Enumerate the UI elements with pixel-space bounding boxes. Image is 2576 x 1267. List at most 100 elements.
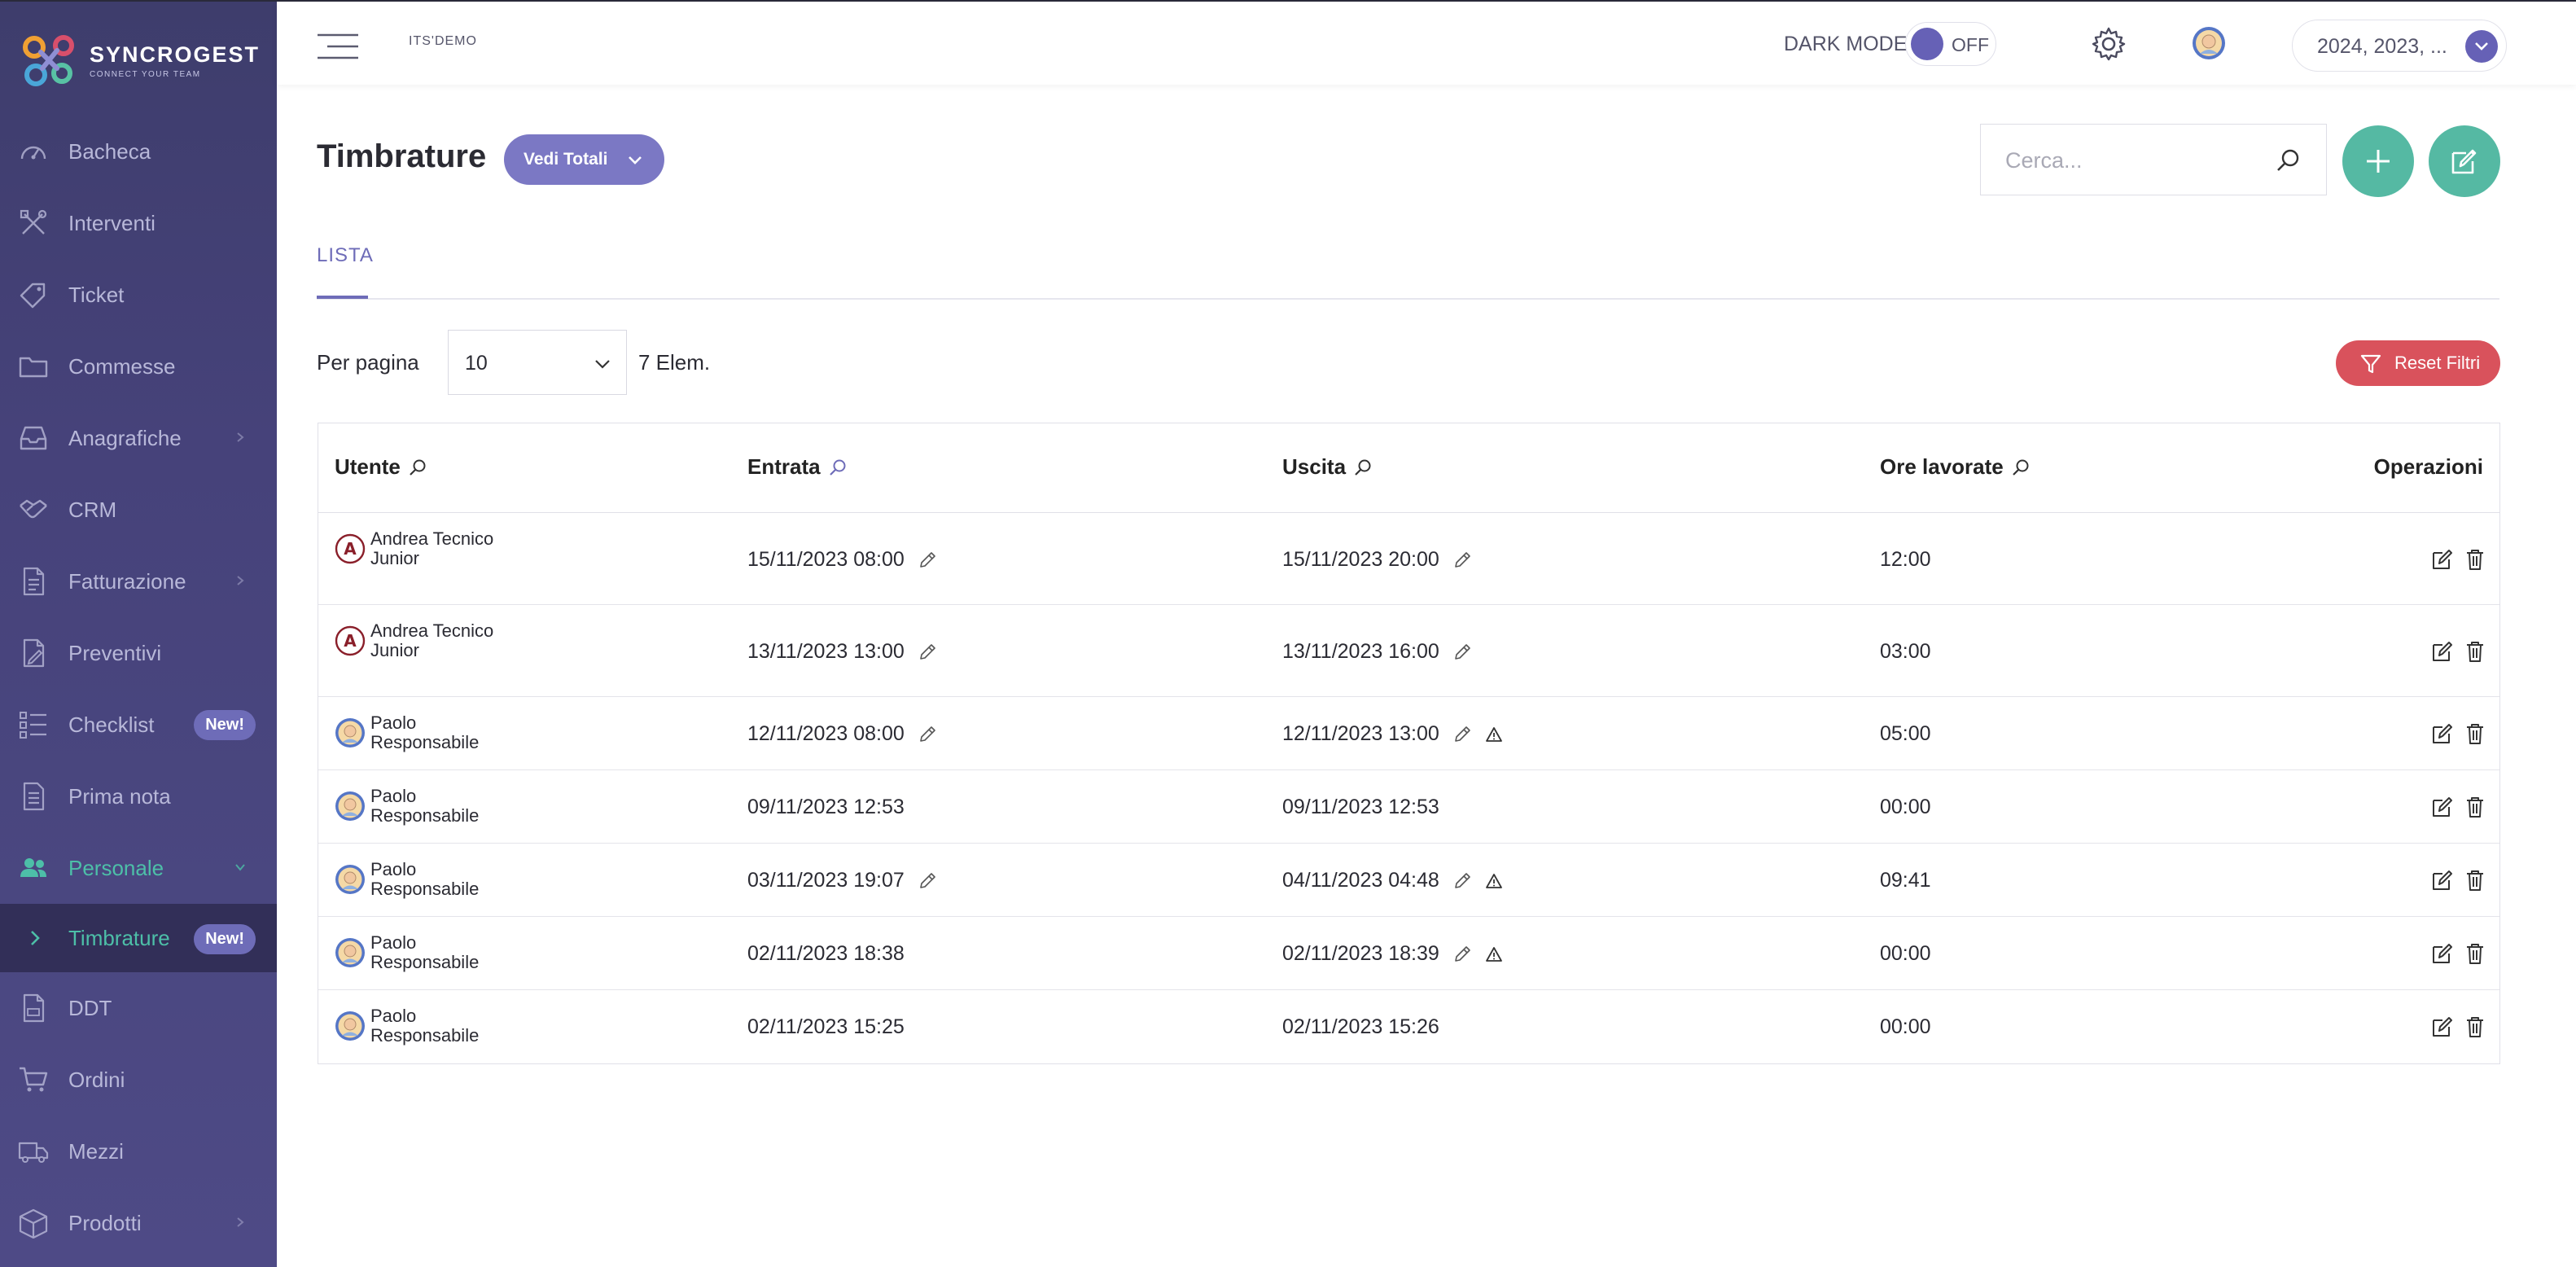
trash-icon[interactable] xyxy=(2465,548,2485,571)
sidebar-item-prodotti[interactable]: Prodotti xyxy=(0,1187,277,1259)
table-row: Paolo Responsabile 03/11/2023 19:07 04/11/… xyxy=(318,844,2499,917)
table-header: Utente Entrata Uscita Ore lavorate Opera… xyxy=(318,423,2499,513)
sidebar-item-bacheca[interactable]: Bacheca xyxy=(0,116,277,187)
hours-worked: 00:00 xyxy=(1880,796,1931,818)
folder-icon xyxy=(19,357,48,378)
checklist-icon xyxy=(20,712,46,739)
sidebar-item-label: Interventi xyxy=(68,210,156,235)
row-actions xyxy=(2420,869,2485,892)
page-title: Timbrature xyxy=(317,138,487,174)
gear-icon[interactable] xyxy=(2091,26,2127,62)
sidebar-item-anagrafiche[interactable]: Anagrafiche xyxy=(0,402,277,474)
trash-icon[interactable] xyxy=(2465,722,2485,745)
sidebar-item-interventi[interactable]: Interventi xyxy=(0,187,277,259)
dashboard-icon xyxy=(20,146,46,160)
edit-icon[interactable] xyxy=(2431,1015,2454,1038)
edit-icon xyxy=(2451,149,2477,174)
user-cell: Paolo Responsabile xyxy=(335,860,509,899)
add-button[interactable] xyxy=(2342,125,2414,197)
sidebar-item-label: DDT xyxy=(68,995,112,1020)
hours-cell: 00:00 xyxy=(1880,942,1931,966)
search-icon[interactable] xyxy=(409,458,427,476)
company-name: ITS'DEMO xyxy=(409,34,477,48)
sidebar-item-ddt[interactable]: DDT xyxy=(0,972,277,1044)
year-select[interactable]: 2024, 2023, ... xyxy=(2292,20,2507,72)
menu-icon[interactable] xyxy=(316,33,360,60)
per-page-select[interactable]: 10 xyxy=(448,330,627,395)
pencil-icon xyxy=(1454,643,1470,660)
sidebar-item-label: Mezzi xyxy=(68,1138,124,1164)
bulk-edit-button[interactable] xyxy=(2429,125,2500,197)
user-cell: Paolo Responsabile xyxy=(335,713,509,752)
brand-logo[interactable]: SYNCROGEST CONNECT YOUR TEAM xyxy=(18,26,260,94)
trash-icon[interactable] xyxy=(2465,942,2485,965)
column-header-ore-lavorate: Ore lavorate xyxy=(1880,454,2030,480)
hours-cell: 03:00 xyxy=(1880,640,1931,664)
edit-icon[interactable] xyxy=(2431,942,2454,965)
trash-icon[interactable] xyxy=(2465,640,2485,663)
edit-icon[interactable] xyxy=(2431,640,2454,663)
sidebar-item-ordini[interactable]: Ordini xyxy=(0,1044,277,1116)
search-icon[interactable] xyxy=(829,458,847,476)
exit-cell: 15/11/2023 20:00 xyxy=(1282,548,1472,572)
edit-icon[interactable] xyxy=(2431,796,2454,818)
sidebar-item-prima-nota[interactable]: Prima nota xyxy=(0,761,277,832)
column-label: Ore lavorate xyxy=(1880,454,2004,479)
edit-icon[interactable] xyxy=(2431,548,2454,571)
sidebar-item-crm[interactable]: CRM xyxy=(0,474,277,546)
hours-worked: 09:41 xyxy=(1880,869,1931,892)
sidebar-item-label: Bacheca xyxy=(68,138,151,164)
table-row: Paolo Responsabile 02/11/2023 18:38 02/11/… xyxy=(318,917,2499,990)
inbox-icon xyxy=(20,426,47,450)
dark-mode-toggle[interactable]: OFF xyxy=(1905,22,1996,66)
chevron-down-icon xyxy=(235,864,245,871)
hours-cell: 05:00 xyxy=(1880,722,1931,746)
sidebar-item-label: Prima nota xyxy=(68,783,171,809)
entry-cell: 15/11/2023 08:00 xyxy=(747,548,937,572)
user-photo-avatar xyxy=(335,791,365,821)
user-avatar[interactable] xyxy=(2192,26,2226,60)
sidebar-item-label: Ordini xyxy=(68,1067,125,1092)
tab-lista[interactable]: LISTA xyxy=(317,244,374,267)
table-row: Paolo Responsabile 02/11/2023 15:25 02/11/… xyxy=(318,990,2499,1063)
sidebar-item-preventivi[interactable]: Preventivi xyxy=(0,617,277,689)
hours-cell: 12:00 xyxy=(1880,548,1931,572)
entry-cell: 02/11/2023 18:38 xyxy=(747,942,905,966)
user-name: Paolo Responsabile xyxy=(370,1006,480,1046)
dark-mode-label: DARK MODE xyxy=(1784,33,1908,55)
sidebar-subitem-timbrature[interactable]: Timbrature New! xyxy=(0,904,277,972)
reset-filters-button[interactable]: Reset Filtri xyxy=(2336,340,2500,386)
trash-icon[interactable] xyxy=(2465,869,2485,892)
search-icon[interactable] xyxy=(1354,458,1372,476)
exit-cell: 04/11/2023 04:48 xyxy=(1282,869,1503,892)
sidebar-item-commesse[interactable]: Commesse xyxy=(0,331,277,402)
sidebar-item-checklist[interactable]: Checklist New! xyxy=(0,689,277,761)
quote-icon xyxy=(23,638,45,668)
exit-time: 09/11/2023 12:53 xyxy=(1282,796,1439,818)
vedi-totali-button[interactable]: Vedi Totali xyxy=(504,134,665,185)
sidebar-item-ticket[interactable]: Ticket xyxy=(0,259,277,331)
year-dropdown-button[interactable] xyxy=(2465,30,2498,63)
invoice-icon xyxy=(23,567,45,596)
search-icon[interactable] xyxy=(2276,147,2302,173)
search-input[interactable] xyxy=(2005,144,2266,177)
trash-icon[interactable] xyxy=(2465,796,2485,818)
trash-icon[interactable] xyxy=(2465,1015,2485,1038)
entry-time: 02/11/2023 15:25 xyxy=(747,1015,905,1038)
ticket-icon xyxy=(20,283,46,309)
search-icon[interactable] xyxy=(2012,458,2030,476)
sidebar-item-label: Commesse xyxy=(68,353,176,379)
table-row: A Andrea Tecnico Junior 13/11/2023 13:00 13… xyxy=(318,605,2499,697)
user-name: Andrea Tecnico Junior xyxy=(370,528,494,568)
edit-icon[interactable] xyxy=(2431,869,2454,892)
hours-worked: 00:00 xyxy=(1880,1015,1931,1038)
table-row: Paolo Responsabile 09/11/2023 12:53 09/11/… xyxy=(318,770,2499,844)
sidebar-item-mezzi[interactable]: Mezzi xyxy=(0,1116,277,1187)
sidebar-item-personale[interactable]: Personale xyxy=(0,832,277,904)
edit-icon[interactable] xyxy=(2431,722,2454,745)
sidebar-item-label: Prodotti xyxy=(68,1210,142,1235)
pencil-icon xyxy=(1454,726,1470,742)
sidebar-item-fatturazione[interactable]: Fatturazione xyxy=(0,546,277,617)
entry-cell: 09/11/2023 12:53 xyxy=(747,796,905,819)
sidebar-item-label: Personale xyxy=(68,855,164,880)
